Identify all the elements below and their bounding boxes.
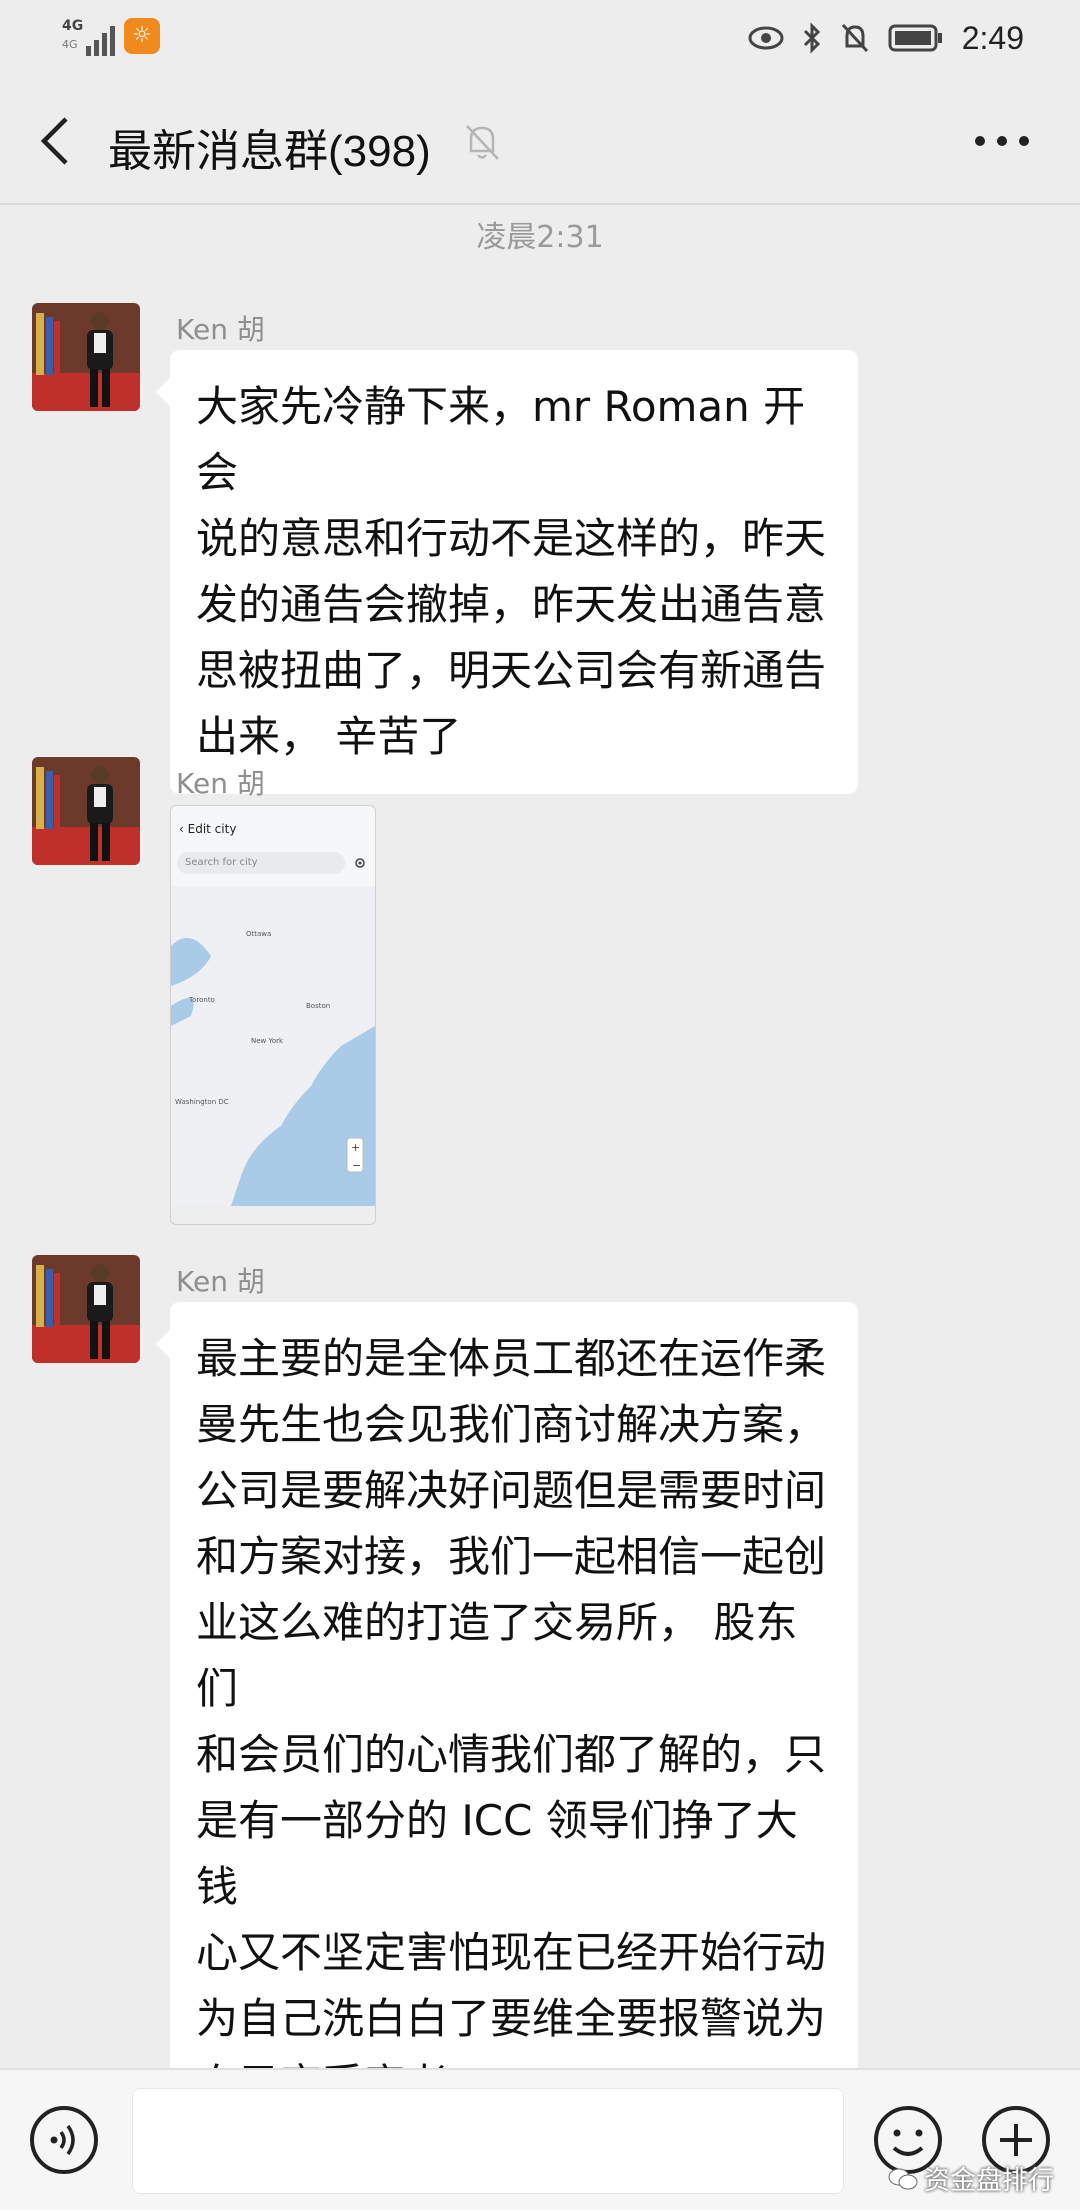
eye-icon xyxy=(748,26,784,50)
screenshot-nav-bar xyxy=(171,1206,375,1224)
screenshot-search: Search for city xyxy=(177,852,345,874)
avatar[interactable] xyxy=(32,1255,140,1363)
message-input[interactable] xyxy=(132,2088,844,2194)
message-line: 是有一部分的 ICC 领导们挣了大钱 xyxy=(196,1796,798,1911)
voice-input-icon[interactable] xyxy=(28,2104,100,2176)
avatar[interactable] xyxy=(32,303,140,411)
map-label: New York xyxy=(251,1037,284,1045)
svg-text:+: + xyxy=(351,1141,360,1154)
message-line: 心又不坚定害怕现在已经开始行动 xyxy=(196,1928,827,1977)
message-line: 说的意思和行动不是这样的，昨天 xyxy=(196,514,827,563)
more-options-icon[interactable] xyxy=(972,129,1032,153)
muted-bell-icon xyxy=(466,125,499,160)
map-label: Boston xyxy=(306,1002,330,1010)
message-line: 曼先生也会见我们商讨解决方案， xyxy=(196,1400,827,1449)
watermark: 资金盘排行 xyxy=(888,2160,1054,2197)
signal-icon: 4G 4G xyxy=(62,18,115,56)
location-icon xyxy=(355,858,365,868)
message-line: 和会员们的心情我们都了解的，只 xyxy=(196,1730,827,1779)
map-thumbnail: Ottawa Toronto Boston New York Washingto… xyxy=(171,886,375,1206)
chat-header: 最新消息群(398) xyxy=(0,75,1080,205)
svg-text:−: − xyxy=(352,1159,361,1172)
map-label: Ottawa xyxy=(246,930,271,938)
sender-name: Ken 胡 xyxy=(176,1265,265,1298)
status-right: 2:49 xyxy=(748,14,1024,62)
message-line: 最主要的是全体员工都还在运作柔 xyxy=(196,1334,827,1383)
back-arrow-icon[interactable] xyxy=(30,113,80,169)
mute-bell-icon xyxy=(841,23,868,53)
image-message[interactable]: ‹ Edit city Search for city Ottawa Toron… xyxy=(170,805,376,1225)
message-line: 出来， 辛苦了 xyxy=(196,712,462,761)
network-type-sub: 4G xyxy=(62,38,78,51)
message-bubble[interactable]: 最主要的是全体员工都还在运作柔 曼先生也会见我们商讨解决方案， 公司是要解决好问… xyxy=(156,1302,858,2142)
message-timestamp: 凌晨2:31 xyxy=(476,220,604,255)
app-notification-icon: ☼ xyxy=(124,18,160,54)
screenshot-status-bar xyxy=(171,806,375,820)
screenshot-title: ‹ Edit city xyxy=(179,822,237,836)
bluetooth-icon xyxy=(803,22,820,54)
status-bar: 4G 4G ☼ 2:49 xyxy=(0,0,1080,75)
message-line: 大家先冷静下来，mr Roman 开会 xyxy=(196,382,806,497)
clock: 2:49 xyxy=(961,19,1024,56)
map-label: Washington DC xyxy=(175,1098,229,1106)
network-type: 4G xyxy=(62,18,84,34)
wechat-logo-icon xyxy=(888,2168,918,2189)
message-line: 和方案对接，我们一起相信一起创 xyxy=(196,1532,827,1581)
screenshot-title-text: Edit city xyxy=(187,822,237,836)
sender-name: Ken 胡 xyxy=(176,313,265,346)
message-line: 思被扭曲了，明天公司会有新通告 xyxy=(196,646,827,695)
message-bubble[interactable]: 大家先冷静下来，mr Roman 开会 说的意思和行动不是这样的，昨天 发的通告… xyxy=(156,350,858,794)
message-line: 为自己洗白白了要维全要报警说为 xyxy=(196,1994,827,2043)
watermark-text: 资金盘排行 xyxy=(923,2166,1054,2196)
header-divider xyxy=(0,203,1080,205)
message-line: 发的通告会撤掉，昨天发出通告意 xyxy=(196,580,827,629)
map-label: Toronto xyxy=(188,996,215,1004)
chat-title: 最新消息群(398) xyxy=(108,127,431,176)
message-line: 公司是要解决好问题但是需要时间 xyxy=(196,1466,827,1515)
message-line: 业这么难的打造了交易所， 股东们 xyxy=(196,1598,798,1713)
sender-name: Ken 胡 xyxy=(176,767,265,800)
battery-icon xyxy=(888,24,942,52)
avatar[interactable] xyxy=(32,757,140,865)
